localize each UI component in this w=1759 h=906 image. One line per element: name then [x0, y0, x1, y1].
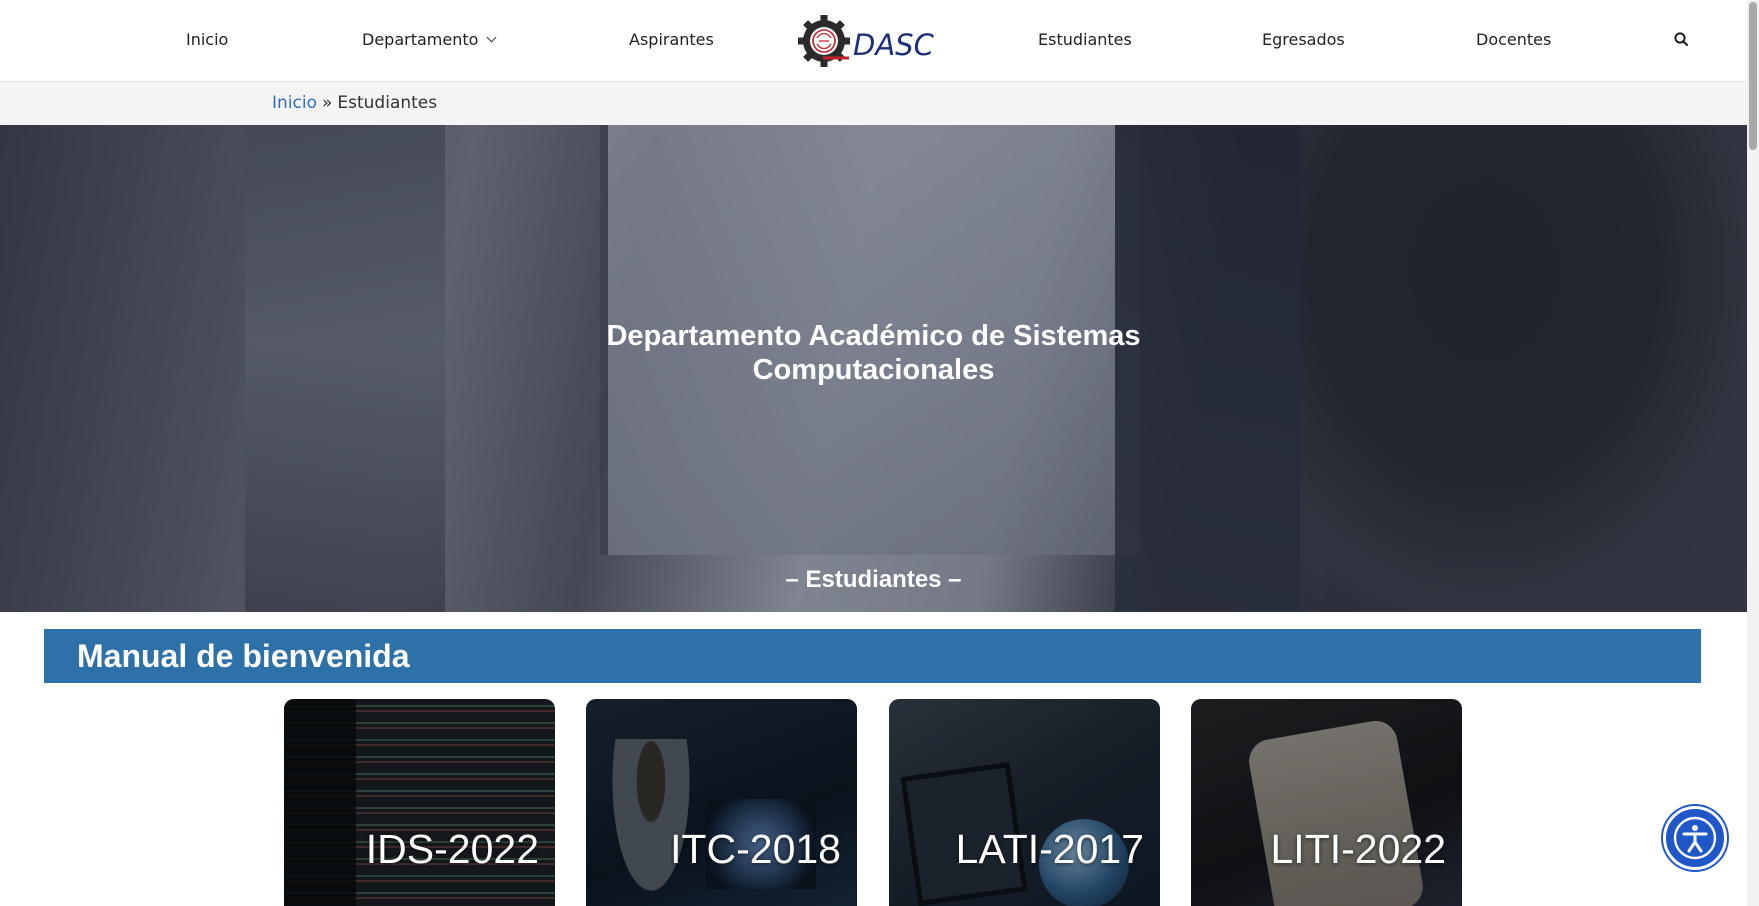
card-overlay	[1191, 699, 1462, 906]
nav-departamento[interactable]: Departamento	[362, 0, 497, 80]
site-header: Inicio Departamento Aspirantes DASC Estu…	[0, 0, 1747, 82]
nav-egresados[interactable]: Egresados	[1262, 0, 1345, 80]
dasc-logo-graphic: DASC	[798, 15, 935, 67]
card-itc-2018[interactable]: ITC-2018	[586, 699, 857, 906]
card-label: IDS-2022	[365, 826, 539, 872]
nav-estudiantes[interactable]: Estudiantes	[1038, 0, 1132, 80]
card-overlay	[284, 699, 555, 906]
chevron-down-icon	[486, 32, 497, 43]
card-label: ITC-2018	[670, 826, 841, 872]
search-icon-graphic	[1674, 32, 1689, 47]
section-title: Manual de bienvenida	[44, 629, 1701, 683]
breadcrumb: Inicio» Estudiantes	[0, 82, 1747, 125]
hero-title-line1: Departamento Académico de Sistemas	[606, 320, 1141, 352]
page-scrollbar[interactable]	[1747, 0, 1759, 906]
breadcrumb-separator: »	[321, 93, 333, 113]
breadcrumb-home-link[interactable]: Inicio	[272, 93, 317, 113]
accessibility-button[interactable]	[1663, 806, 1727, 870]
hero-title-line2: Computacionales	[752, 354, 995, 386]
dasc-logo[interactable]: DASC	[797, 14, 947, 68]
nav-departamento-label: Departamento	[362, 30, 479, 49]
search-icon[interactable]	[1672, 30, 1692, 50]
card-ids-2022[interactable]: IDS-2022	[284, 699, 555, 906]
hero-title: Departamento Académico de Sistemas Compu…	[0, 319, 1747, 387]
breadcrumb-current: Estudiantes	[337, 93, 438, 113]
nav-aspirantes[interactable]: Aspirantes	[629, 0, 714, 80]
card-label: LITI-2022	[1270, 826, 1447, 872]
card-liti-2022[interactable]: LITI-2022	[1191, 699, 1462, 906]
card-overlay	[586, 699, 857, 906]
scrollbar-thumb[interactable]	[1749, 2, 1757, 150]
hero-subtitle: – Estudiantes –	[785, 566, 962, 593]
card-label: LATI-2017	[955, 826, 1144, 872]
card-overlay	[889, 699, 1160, 906]
nav-inicio[interactable]: Inicio	[186, 0, 228, 80]
nav-docentes[interactable]: Docentes	[1476, 0, 1551, 80]
accessibility-icon	[1673, 816, 1717, 860]
hero-banner: Departamento Académico de Sistemas Compu…	[0, 125, 1747, 612]
logo-text: DASC	[853, 28, 935, 62]
card-lati-2017[interactable]: LATI-2017	[889, 699, 1160, 906]
